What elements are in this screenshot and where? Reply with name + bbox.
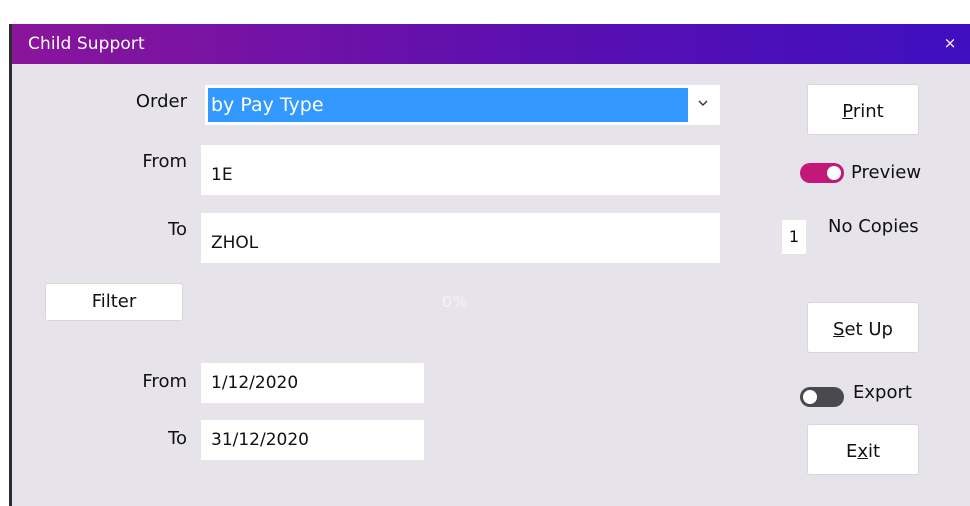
- range-to-input[interactable]: [201, 213, 720, 263]
- preview-toggle[interactable]: [800, 163, 844, 183]
- child-support-dialog: Child Support × Order by Pay Type From T…: [9, 24, 970, 506]
- date-to-input[interactable]: [201, 420, 424, 460]
- date-to-label: To: [168, 428, 187, 449]
- export-label: Export: [853, 382, 912, 403]
- range-from-input[interactable]: [201, 145, 720, 195]
- order-select[interactable]: by Pay Type: [205, 85, 720, 125]
- exit-button[interactable]: Exit: [807, 424, 919, 475]
- chevron-down-icon: [698, 100, 708, 106]
- filter-button[interactable]: Filter: [45, 283, 183, 321]
- setup-label-post: et Up: [844, 319, 893, 340]
- setup-accel-key: S: [833, 319, 845, 340]
- export-toggle[interactable]: [800, 387, 844, 407]
- window-title: Child Support: [28, 34, 145, 54]
- print-label-post: rint: [852, 101, 884, 122]
- print-button[interactable]: Print: [807, 84, 919, 135]
- close-button[interactable]: ×: [940, 33, 960, 53]
- exit-accel-key: x: [857, 441, 868, 462]
- toggle-knob: [803, 390, 817, 404]
- range-to-label: To: [168, 219, 187, 240]
- copies-label: No Copies: [828, 216, 919, 237]
- setup-button[interactable]: Set Up: [807, 302, 919, 353]
- print-accel-key: P: [842, 101, 853, 122]
- preview-label: Preview: [851, 162, 922, 183]
- order-select-value: by Pay Type: [208, 88, 688, 122]
- progress-percent: 0%: [442, 292, 468, 311]
- date-from-input[interactable]: [201, 363, 424, 403]
- range-from-label: From: [142, 151, 187, 172]
- date-from-label: From: [142, 371, 187, 392]
- copies-input[interactable]: 1: [782, 220, 806, 254]
- exit-label-pre: E: [845, 441, 858, 462]
- exit-label-post: it: [867, 441, 881, 462]
- order-label: Order: [135, 91, 187, 112]
- title-bar: Child Support ×: [12, 24, 970, 64]
- toggle-knob: [827, 166, 841, 180]
